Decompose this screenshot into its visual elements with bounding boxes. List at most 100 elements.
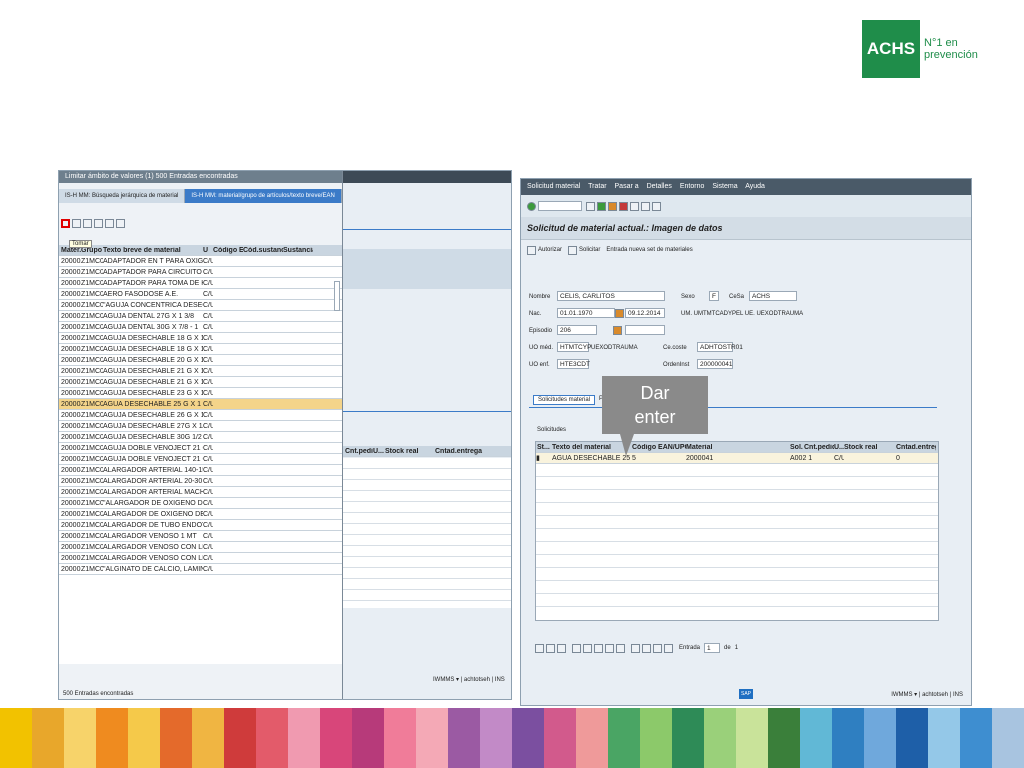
prev-page-icon[interactable] [642, 643, 651, 653]
result-row[interactable]: 2000036Z1MC00028AGUJA DESECHABLE 18 G X … [59, 344, 342, 355]
result-row[interactable]: 2000035Z1MC00028AGUJA DESECHABLE 18 G X … [59, 333, 342, 344]
result-row[interactable]: 2000045Z1MC00040AGUJA DOBLE VENOJECT 21 … [59, 443, 342, 454]
cancel-icon[interactable] [72, 218, 81, 228]
menu-pasar[interactable]: Pasar a [615, 183, 639, 190]
cecoste-field[interactable]: ADHTOSTR01 [697, 342, 743, 352]
stripe [416, 708, 448, 768]
result-row[interactable]: 2000034Z1MC00028AGUJA DENTAL 30G X 7/8 -… [59, 322, 342, 333]
menu-tratar[interactable]: Tratar [588, 183, 606, 190]
episode-extra-field[interactable] [625, 325, 665, 335]
search-icon[interactable] [83, 218, 92, 228]
request-button[interactable]: Solicitar [579, 247, 600, 253]
result-cell: C/U [203, 345, 213, 353]
find-icon[interactable] [641, 201, 650, 211]
first-page-icon[interactable] [631, 643, 640, 653]
result-cell: "ALGINATO DE CALCIO, LAMINAS 5 X 5 CM" [103, 565, 203, 573]
result-row[interactable]: 2000033Z1MC00028AGUJA DENTAL 27G X 1 3/8… [59, 311, 342, 322]
export-icon[interactable] [616, 643, 625, 653]
details-icon[interactable] [535, 643, 544, 653]
print-icon[interactable] [116, 218, 125, 228]
authorize-button[interactable]: Autorizar [538, 247, 562, 253]
stripe [864, 708, 896, 768]
tab-hierarchical-search[interactable]: IS-H MM: Búsqueda jerárquica de material [59, 189, 186, 203]
result-cell: ALARGADOR ARTERIAL 20-30 CM PARA MONITOR [103, 477, 203, 485]
result-row[interactable]: 2000055Z1MC00081ALARGADOR VENOSO CON LLA… [59, 553, 342, 564]
filter-icon[interactable] [105, 218, 114, 228]
menu-entorno[interactable]: Entorno [680, 183, 705, 190]
new-material-set-button[interactable]: Entrada nueva set de materiales [606, 247, 692, 253]
calendar-icon[interactable] [615, 309, 624, 318]
result-row[interactable]: 2000032Z1MC00049"AGUJA CONCENTRICA DESEC… [59, 300, 342, 311]
next-page-icon[interactable] [653, 643, 662, 653]
authorize-icon[interactable] [527, 245, 536, 255]
sexo-field[interactable]: F [709, 291, 719, 301]
sum-icon[interactable] [605, 643, 614, 653]
nombre-field[interactable]: CELIS, CARLITOS [557, 291, 665, 301]
result-row[interactable]: 2000053Z1MC00081ALARGADOR VENOSO 1 MT C/U [59, 531, 342, 542]
result-row[interactable]: 2000051Z1MC00081ALARGADOR DE OXIGENO DE … [59, 509, 342, 520]
result-row[interactable]: 2000028Z1MC00028ADAPTADOR EN T PARA OXIG… [59, 256, 342, 267]
command-field[interactable] [538, 201, 582, 211]
decorative-stripes [0, 708, 1024, 768]
date2-field[interactable]: 09.12.2014 [625, 308, 665, 318]
enter-icon[interactable] [527, 201, 536, 211]
ean-cell[interactable]: 5 [632, 455, 686, 462]
last-page-icon[interactable] [664, 643, 673, 653]
result-row[interactable]: 2000052Z1MC00081ALARGADOR DE TUBO ENDOTR… [59, 520, 342, 531]
result-row[interactable]: 2000031Z1MC00028AERO FASODOSE A.E. C/U [59, 289, 342, 300]
result-cell: Z1MC00028 [81, 257, 103, 265]
cesa-field[interactable]: ACHS [749, 291, 797, 301]
callout-line2: enter [634, 407, 676, 427]
result-row[interactable]: 2000048Z1MC00081ALARGADOR ARTERIAL 20-30… [59, 476, 342, 487]
result-row[interactable]: 2000041Z1MC00028AGUA DESECHABLE 25 G X 1… [59, 399, 342, 410]
filter-icon[interactable] [594, 643, 603, 653]
result-cell: ALARGADOR ARTERIAL MACHO MACHO DE 30 CM [103, 488, 203, 496]
result-row[interactable]: 2000038Z1MC00028AGUJA DESECHABLE 21 G X … [59, 366, 342, 377]
exit-icon[interactable] [608, 201, 617, 211]
result-row[interactable]: 2000040Z1MC00028AGUJA DESECHABLE 23 G X … [59, 388, 342, 399]
result-row[interactable]: 2000043Z1MC00028AGUJA DESECHABLE 27G X 1… [59, 421, 342, 432]
episodio-field[interactable]: 206 [557, 325, 597, 335]
result-row[interactable]: 2000037Z1MC00028AGUJA DESECHABLE 20 G X … [59, 355, 342, 366]
menu-detalles[interactable]: Detalles [647, 183, 672, 190]
delete-row-icon[interactable] [557, 643, 566, 653]
save-icon[interactable] [586, 201, 595, 211]
grid-row-1[interactable]: ▮ AGUA DESECHABLE 25 G X 1 5 2000041 A00… [536, 453, 938, 464]
stripe [512, 708, 544, 768]
episode-icon[interactable] [613, 326, 622, 335]
result-row[interactable]: 2000049Z1MC00081ALARGADOR ARTERIAL MACHO… [59, 487, 342, 498]
back-icon[interactable] [597, 201, 606, 211]
help-icon[interactable] [652, 201, 661, 211]
result-row[interactable]: 2000054Z1MC00081ALARGADOR VENOSO CON LLA… [59, 542, 342, 553]
insert-row-icon[interactable] [546, 643, 555, 653]
menu-ayuda[interactable]: Ayuda [745, 183, 765, 190]
sol-cell: A002 1 [790, 454, 813, 462]
tab-material-search[interactable]: IS-H MM: material/grupo de artículos/tex… [185, 189, 342, 203]
result-row[interactable]: 2000029Z1MC00029ADAPTADOR PARA CIRCUITO … [59, 267, 342, 278]
request-icon[interactable] [568, 245, 578, 255]
result-row[interactable]: 2000042Z1MC00028AGUJA DESECHABLE 26 G X … [59, 410, 342, 421]
result-row[interactable]: 2000039Z1MC00028AGUJA DESECHABLE 21 G X … [59, 377, 342, 388]
result-row[interactable]: 2000056Z1MC00048"ALGINATO DE CALCIO, LAM… [59, 564, 342, 575]
menu-solicitud[interactable]: Solicitud material [527, 183, 580, 190]
uomed-field[interactable]: HTMTCYP [557, 342, 591, 352]
orden-field[interactable]: 200000041 [697, 359, 733, 369]
nac-field[interactable]: 01.01.1970 [557, 308, 615, 318]
sort-asc-icon[interactable] [572, 643, 581, 653]
result-row[interactable]: 2000044Z1MC00028AGUJA DESECHABLE 30G 1/2… [59, 432, 342, 443]
result-row[interactable]: 2000030Z1MC00049ADAPTADOR PARA TOMA DE H… [59, 278, 342, 289]
sort-desc-icon[interactable] [583, 643, 592, 653]
tab-solicitudes[interactable]: Solicitudes material [533, 395, 596, 405]
result-row[interactable]: 2000050Z1MC00081"ALARGADOR DE OXIGENO DE… [59, 498, 342, 509]
result-row[interactable]: 2000047Z1MC00081ALARGADOR ARTERIAL 140-1… [59, 465, 342, 476]
cancel-icon[interactable] [619, 201, 628, 211]
uoenf-field[interactable]: HTE3CDT [557, 359, 590, 369]
result-row[interactable]: 2000046Z1MC00040AGUJA DOBLE VENOJECT 21 … [59, 454, 342, 465]
entrada-field[interactable]: 1 [704, 643, 721, 653]
dialog-scrollbar[interactable] [334, 281, 340, 311]
result-cell: Z1MC00081 [81, 488, 103, 496]
print-icon[interactable] [630, 201, 639, 211]
sort-icon[interactable] [94, 218, 103, 228]
menu-sistema[interactable]: Sistema [712, 183, 737, 190]
take-button[interactable] [61, 218, 70, 228]
